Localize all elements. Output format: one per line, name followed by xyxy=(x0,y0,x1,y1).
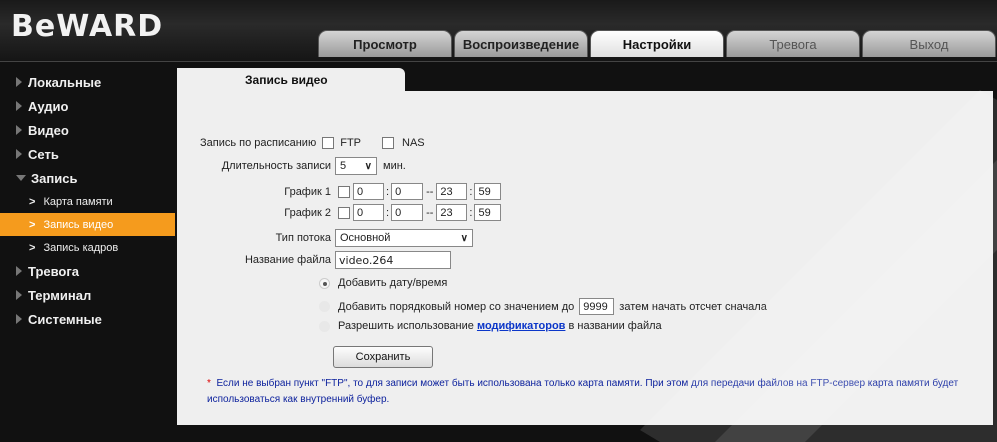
filename-input[interactable]: video.264 xyxy=(335,251,451,269)
option-sequence[interactable]: Добавить порядковый номер со значением д… xyxy=(319,298,767,315)
graph2-row: График 2 0 : 0 -- 23 : 59 xyxy=(0,204,520,221)
sidebar-item-audio[interactable]: Аудио xyxy=(0,94,175,118)
radio-datetime[interactable] xyxy=(319,277,330,289)
option-sequence-suffix: затем начать отсчет сначала xyxy=(619,300,767,313)
graph2-end-hour[interactable]: 23 xyxy=(436,204,468,221)
sidebar-item-local[interactable]: Локальные xyxy=(0,70,175,94)
sidebar-item-system[interactable]: Системные xyxy=(0,307,175,331)
sidebar-item-video[interactable]: Видео xyxy=(0,118,175,142)
stream-select[interactable]: Основной ∨ xyxy=(335,229,473,247)
main-nav: Просмотр Воспроизведение Настройки Трево… xyxy=(318,30,996,57)
sequence-max-input[interactable]: 9999 xyxy=(579,298,615,315)
beward-logo: BeWARD xyxy=(11,9,164,44)
radio-modifiers[interactable] xyxy=(319,320,330,332)
graph1-row: График 1 0 : 0 -- 23 : 59 xyxy=(0,183,520,200)
tab-alarm[interactable]: Тревога xyxy=(726,30,860,57)
note-asterisk: * xyxy=(207,378,211,389)
top-bar: BeWARD Просмотр Воспроизведение Настройк… xyxy=(0,0,997,62)
triangle-right-icon xyxy=(16,314,22,324)
option-datetime-label: Добавить дату/время xyxy=(338,277,448,289)
stream-row: Тип потока Основной ∨ xyxy=(0,229,520,247)
tab-exit[interactable]: Выход xyxy=(862,30,996,57)
save-button[interactable]: Сохранить xyxy=(333,346,433,368)
sidebar-item-label: Аудио xyxy=(28,98,69,114)
ftp-label: FTP xyxy=(340,137,361,149)
tab-view[interactable]: Просмотр xyxy=(318,30,452,57)
filename-label: Название файла xyxy=(244,254,331,266)
stream-value: Основной xyxy=(340,232,391,244)
graph1-checkbox[interactable] xyxy=(338,185,350,198)
ftp-checkbox[interactable] xyxy=(322,137,335,149)
option-modifiers-suffix: в названии файла xyxy=(568,320,662,332)
chevron-down-icon: ∨ xyxy=(460,232,468,244)
modifiers-link[interactable]: модификаторов xyxy=(477,320,565,332)
graph2-start-min[interactable]: 0 xyxy=(391,204,424,221)
duration-value: 5 xyxy=(340,160,347,172)
graph1-end-hour[interactable]: 23 xyxy=(436,183,468,200)
radio-sequence[interactable] xyxy=(319,301,330,312)
filename-row: Название файла video.264 xyxy=(0,251,520,269)
sidebar-item-label: Системные xyxy=(28,311,102,327)
triangle-right-icon xyxy=(16,125,22,135)
triangle-right-icon xyxy=(16,101,22,111)
sidebar-item-label: Локальные xyxy=(28,74,102,90)
note-text: Если не выбран пункт "FTP", то для запис… xyxy=(207,378,959,405)
graph1-start-min[interactable]: 0 xyxy=(391,183,424,200)
graph2-checkbox[interactable] xyxy=(338,206,350,219)
nas-checkbox[interactable] xyxy=(382,137,394,149)
tab-settings[interactable]: Настройки xyxy=(590,30,724,57)
info-note: * Если не выбран пункт "FTP", то для зап… xyxy=(207,376,987,408)
duration-select[interactable]: 5 ∨ xyxy=(335,157,377,175)
graph1-start-hour[interactable]: 0 xyxy=(353,183,384,200)
triangle-right-icon xyxy=(16,77,22,87)
option-sequence-label: Добавить порядковый номер со значением д… xyxy=(338,300,575,313)
chevron-down-icon: ∨ xyxy=(364,160,372,172)
duration-unit: мин. xyxy=(383,160,406,172)
option-modifiers[interactable]: Разрешить использование модификаторов в … xyxy=(319,320,662,332)
graph2-end-min[interactable]: 59 xyxy=(474,204,502,221)
panel-tab-title: Запись видео xyxy=(177,68,405,92)
graph2-label: График 2 xyxy=(284,206,331,219)
triangle-right-icon xyxy=(16,290,22,300)
nas-label: NAS xyxy=(402,137,425,149)
sidebar-item-label: Терминал xyxy=(28,287,92,303)
graph1-end-min[interactable]: 59 xyxy=(474,183,502,200)
schedule-row: Запись по расписанию FTP NAS xyxy=(200,137,425,149)
duration-row: Длительность записи 5 ∨ мин. xyxy=(0,157,460,175)
sidebar: Локальные Аудио Видео Сеть Запись > Карта… xyxy=(0,70,175,331)
stream-label: Тип потока xyxy=(275,232,331,244)
sidebar-item-terminal[interactable]: Терминал xyxy=(0,283,175,307)
graph1-label: График 1 xyxy=(284,185,331,198)
tab-playback[interactable]: Воспроизведение xyxy=(454,30,588,57)
schedule-label: Запись по расписанию xyxy=(200,137,317,149)
duration-label: Длительность записи xyxy=(221,160,331,172)
graph2-start-hour[interactable]: 0 xyxy=(353,204,384,221)
triangle-down-icon xyxy=(16,175,26,181)
option-modifiers-label: Разрешить использование xyxy=(338,320,474,332)
option-datetime[interactable]: Добавить дату/время xyxy=(319,277,447,289)
sidebar-item-label: Видео xyxy=(28,122,69,138)
